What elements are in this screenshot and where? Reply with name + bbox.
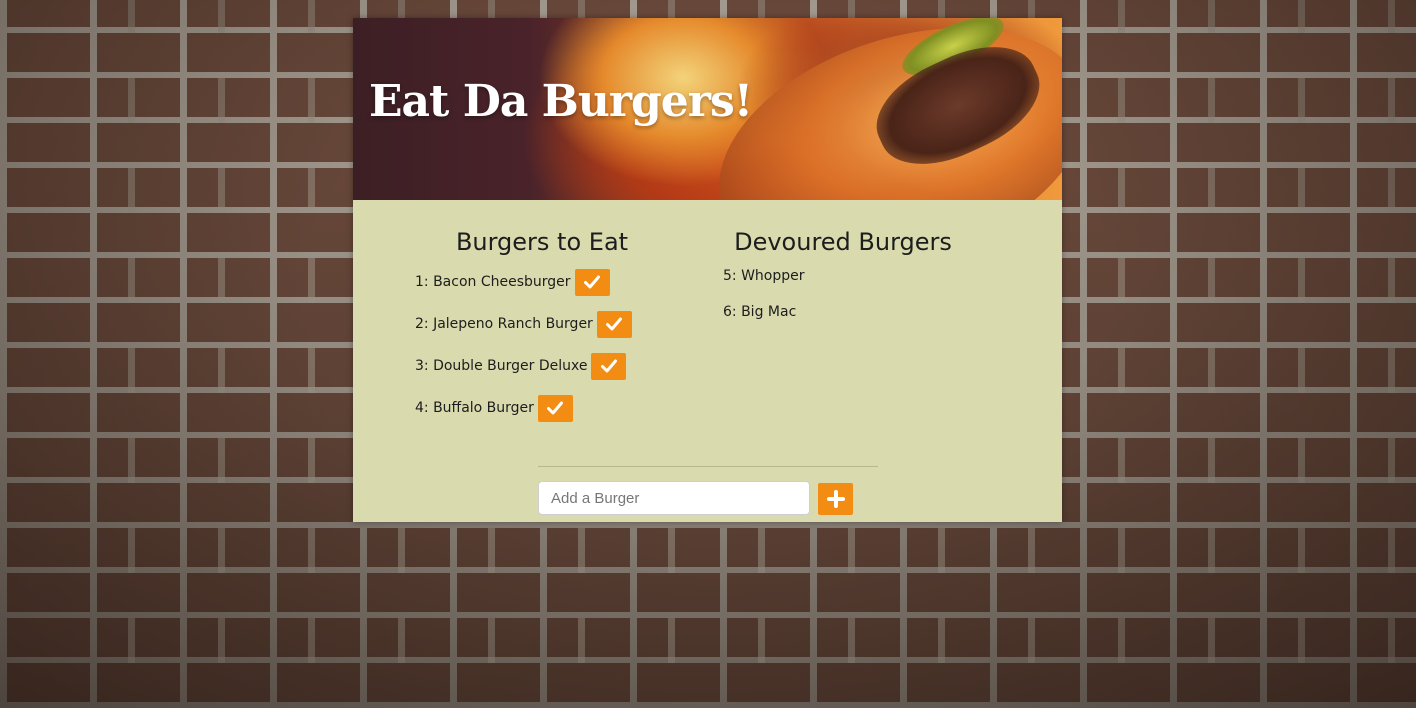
burgers-to-eat-column: Burgers to Eat 1: Bacon Cheesburger 2: J… [415,228,695,436]
check-icon [606,317,623,331]
add-burger-input[interactable] [538,481,810,515]
page-title: Eat Da Burgers! [369,76,753,127]
burger-label: 1: Bacon Cheesburger [415,274,571,290]
check-icon [547,401,564,415]
list-item: 1: Bacon Cheesburger [415,268,695,296]
burger-label: 2: Jalepeno Ranch Burger [415,316,593,332]
plus-icon [826,490,845,508]
check-icon [600,359,617,373]
devoured-burgers-column: Devoured Burgers 5: Whopper 6: Big Mac [723,228,1023,340]
check-icon [584,275,601,289]
devour-button[interactable] [596,310,632,338]
form-divider [538,466,878,467]
devour-button[interactable] [591,352,627,380]
list-item: 5: Whopper [723,268,805,284]
list-item: 3: Double Burger Deluxe [415,352,695,380]
burger-label: 4: Buffalo Burger [415,400,534,416]
burger-label: 3: Double Burger Deluxe [415,358,588,374]
devoured-burgers-heading: Devoured Burgers [734,228,952,256]
devour-button[interactable] [574,268,610,296]
list-item: 2: Jalepeno Ranch Burger [415,310,695,338]
header-banner: Eat Da Burgers! [353,18,1062,200]
add-burger-button[interactable] [818,483,853,515]
devour-button[interactable] [537,394,573,422]
burger-card: Eat Da Burgers! Burgers to Eat 1: Bacon … [353,18,1062,522]
list-item: 6: Big Mac [723,304,797,320]
list-item: 4: Buffalo Burger [415,394,695,422]
burgers-to-eat-heading: Burgers to Eat [455,228,629,256]
